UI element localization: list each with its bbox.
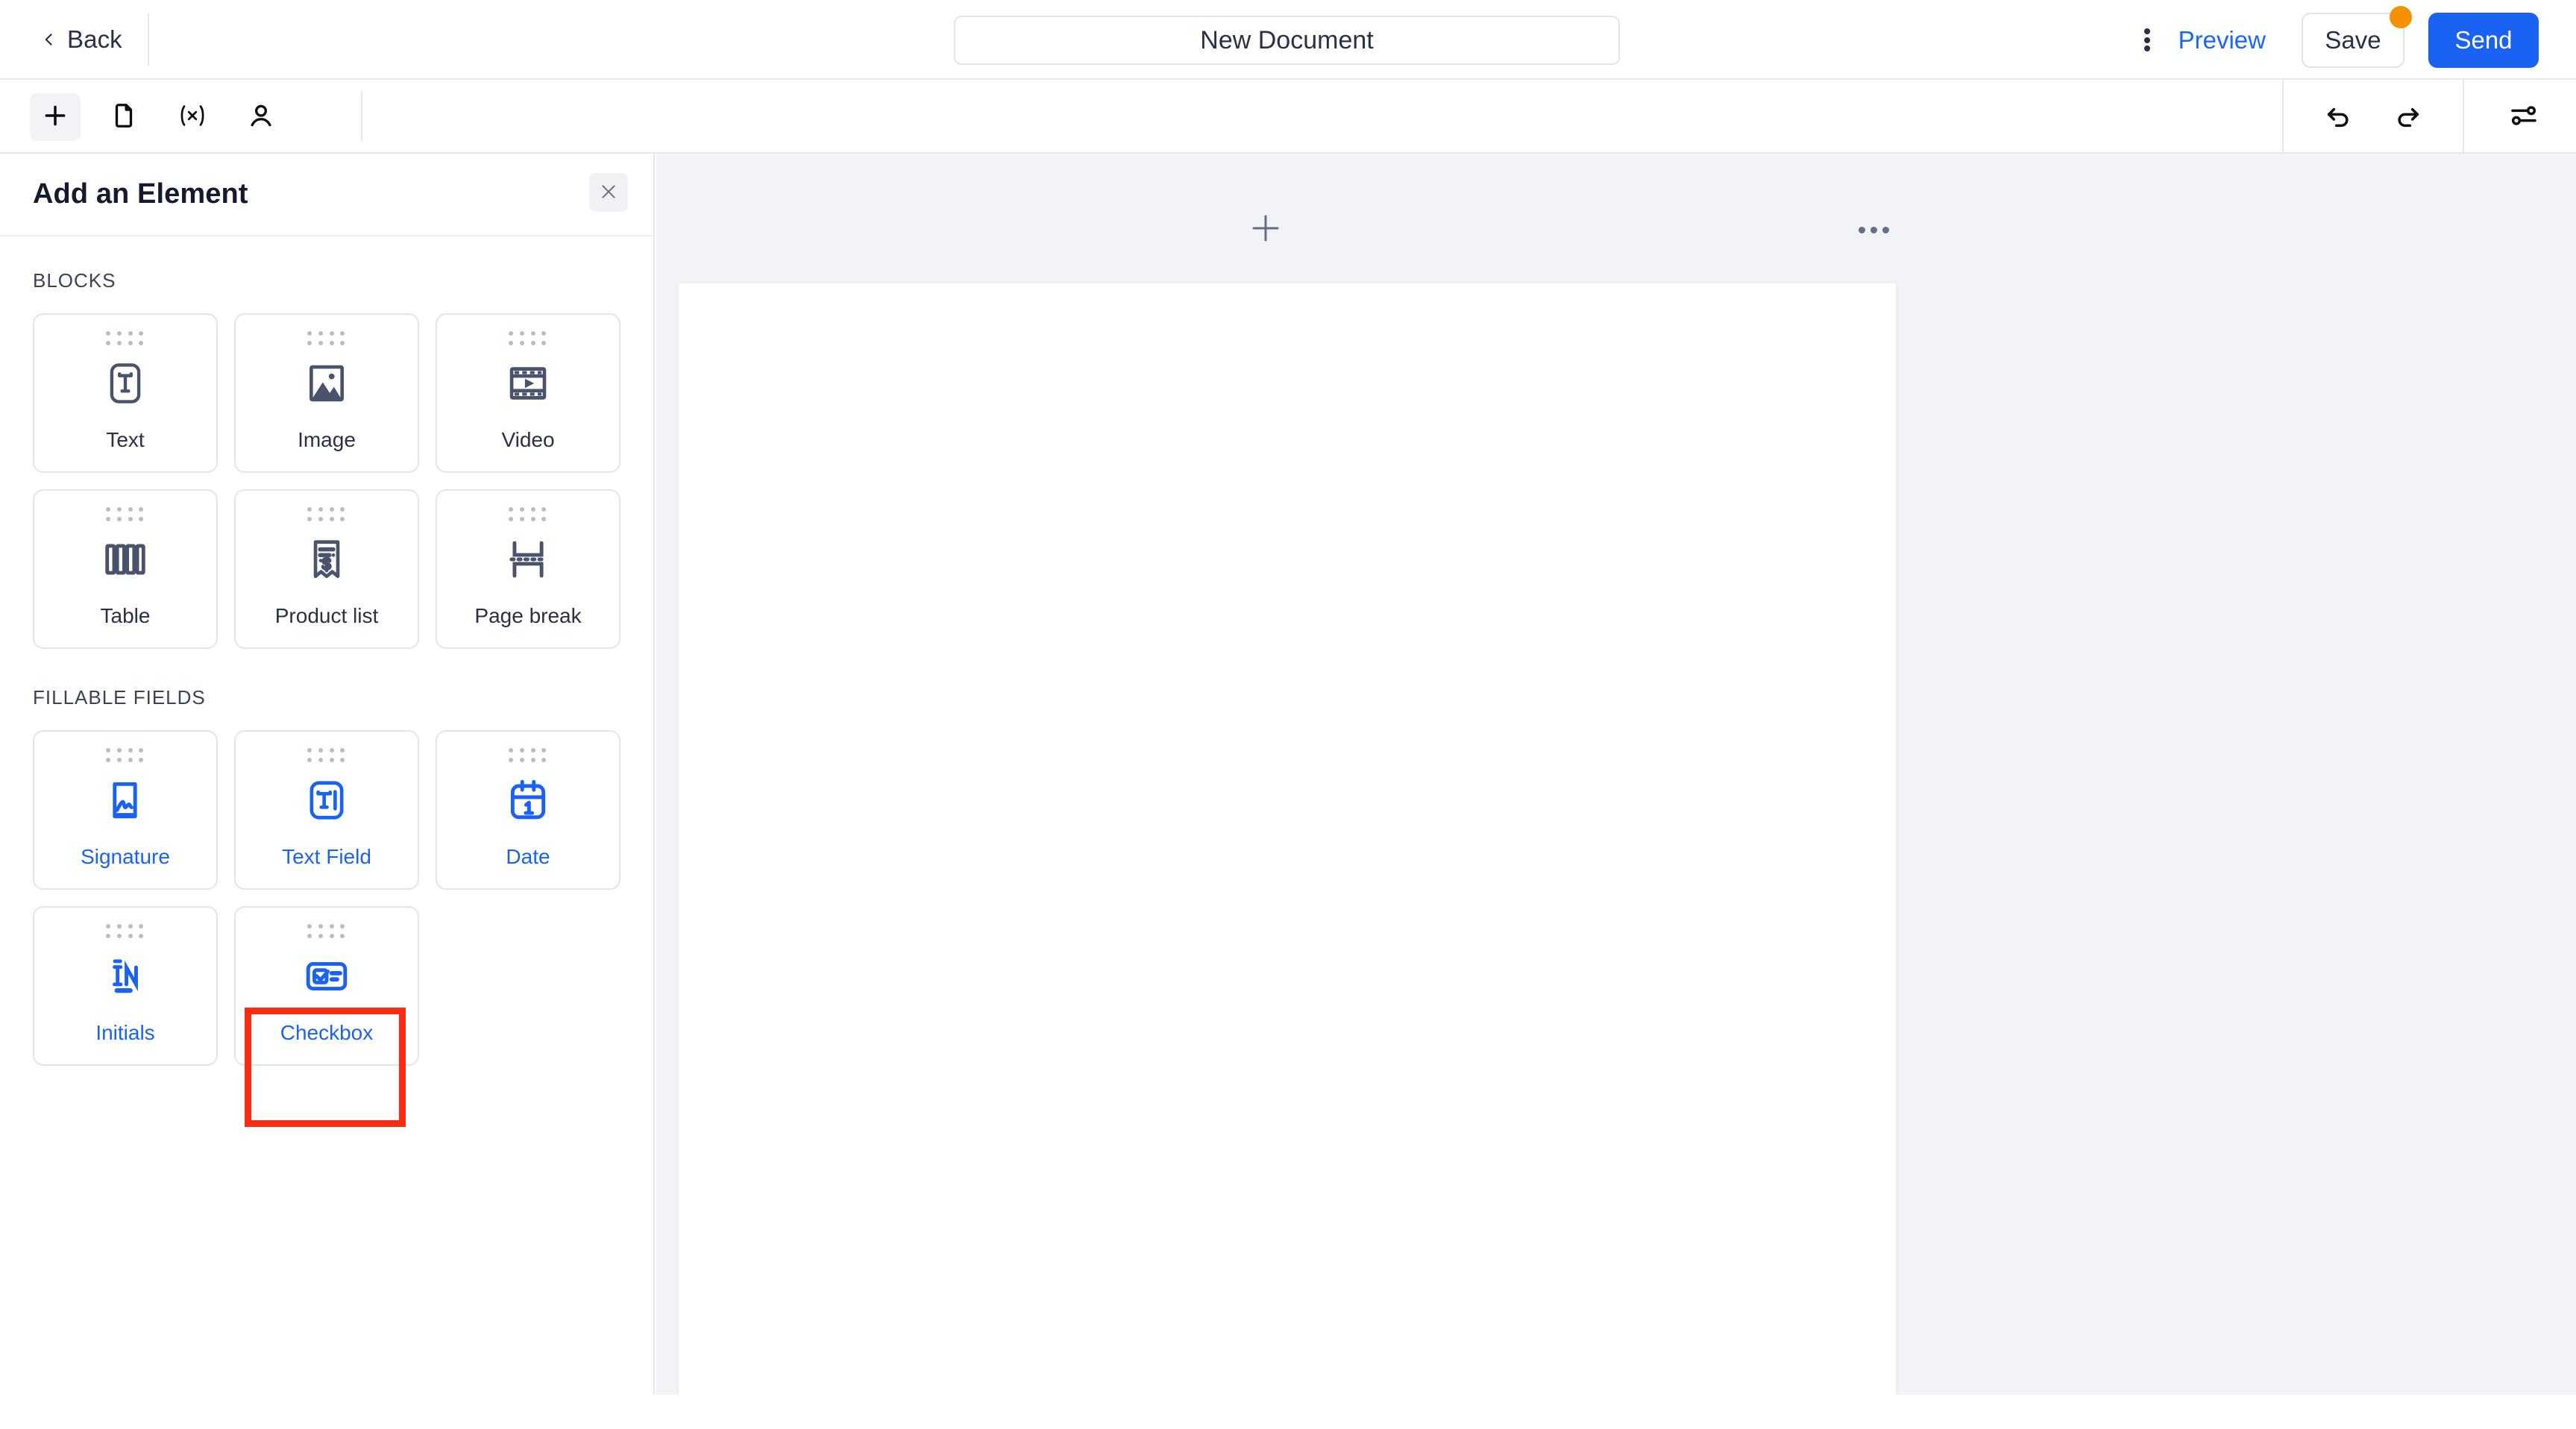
element-card-page-break[interactable]: Page break xyxy=(436,489,621,649)
drag-handle-dots[interactable] xyxy=(307,924,346,938)
drag-handle-dots[interactable] xyxy=(509,748,547,762)
image-icon xyxy=(304,356,350,411)
element-label: Text xyxy=(106,428,145,451)
blocks-section-label: BLOCKS xyxy=(33,269,116,292)
recipients-tool[interactable] xyxy=(236,93,286,141)
element-label: Date xyxy=(506,845,550,868)
video-film-icon xyxy=(505,356,551,411)
drag-handle-dots[interactable] xyxy=(509,507,547,521)
drag-handle-dots[interactable] xyxy=(307,748,346,762)
document-title-input[interactable] xyxy=(954,16,1620,65)
preview-button[interactable]: Preview xyxy=(2178,26,2266,54)
redo-arrow-icon xyxy=(2393,101,2422,133)
element-label: Checkbox xyxy=(280,1021,374,1044)
receipt-dollar-icon xyxy=(304,532,350,587)
undo-tool[interactable] xyxy=(2313,93,2364,141)
send-button[interactable]: Send xyxy=(2428,12,2539,68)
table-columns-icon xyxy=(102,532,148,587)
element-label: Product list xyxy=(274,604,379,627)
text-box-icon xyxy=(102,356,148,411)
blocks-section: BLOCKS Text Image Video Table Product li… xyxy=(0,269,653,649)
close-x-icon xyxy=(599,182,618,204)
element-card-date[interactable]: Date xyxy=(436,730,621,890)
element-label: Video xyxy=(501,428,555,451)
sliders-icon xyxy=(2509,101,2539,133)
person-icon xyxy=(247,101,275,132)
unsaved-changes-badge xyxy=(2390,5,2412,28)
add-element-tool[interactable] xyxy=(30,92,81,141)
drag-handle-dots[interactable] xyxy=(307,507,346,521)
initials-in-icon xyxy=(102,949,148,1004)
document-icon xyxy=(110,101,138,132)
element-label: Text Field xyxy=(282,845,371,868)
toolbar-left-group xyxy=(30,80,312,154)
canvas-page-menu-button[interactable] xyxy=(1850,206,1897,254)
element-card-text-field[interactable]: Text Field xyxy=(234,730,419,890)
calendar-date-icon xyxy=(505,773,551,828)
blocks-card-grid: Text Image Video Table Product list Page… xyxy=(33,313,622,649)
drag-handle-dots[interactable] xyxy=(106,507,145,521)
editor-toolbar xyxy=(0,80,2576,154)
drag-handle-dots[interactable] xyxy=(307,331,346,345)
element-label: Page break xyxy=(474,604,582,627)
text-field-cursor-icon xyxy=(304,773,350,828)
fillable-fields-section: FILLABLE FIELDS Signature Text Field Dat… xyxy=(0,686,653,1066)
save-button-wrap: Save xyxy=(2302,5,2412,68)
sidebar-header: Add an Element xyxy=(0,154,653,236)
element-label: Signature xyxy=(81,845,170,868)
save-button[interactable]: Save xyxy=(2302,12,2404,68)
fillable-fields-card-grid: Signature Text Field Date Initials Check… xyxy=(33,730,622,1066)
more-vertical-icon xyxy=(2143,26,2150,54)
undo-redo-group xyxy=(2282,80,2464,154)
fillable-fields-section-label: FILLABLE FIELDS xyxy=(33,686,206,709)
element-card-text[interactable]: Text xyxy=(33,313,218,473)
pages-tool[interactable] xyxy=(98,93,149,141)
redo-tool[interactable] xyxy=(2382,93,2433,141)
plus-icon xyxy=(1248,210,1284,250)
more-horizontal-icon xyxy=(1858,226,1889,233)
toolbar-right-group xyxy=(2282,80,2576,154)
panel-title: Add an Element xyxy=(33,178,248,210)
settings-group xyxy=(2464,80,2576,154)
element-label: Image xyxy=(298,428,356,451)
element-card-signature[interactable]: Signature xyxy=(33,730,218,890)
signature-icon xyxy=(102,773,148,828)
page-break-icon xyxy=(505,532,551,587)
variables-tool[interactable] xyxy=(167,93,218,141)
document-canvas xyxy=(656,154,2576,1395)
document-title-field-wrap xyxy=(954,16,1620,65)
canvas-add-page-button[interactable] xyxy=(1242,206,1289,254)
back-label: Back xyxy=(67,25,122,53)
canvas-page-toolbar xyxy=(656,154,2576,283)
element-card-product-list[interactable]: Product list xyxy=(234,489,419,649)
bottom-strip xyxy=(0,1395,2576,1429)
drag-handle-dots[interactable] xyxy=(509,331,547,345)
element-label: Table xyxy=(100,604,151,627)
back-button[interactable]: Back xyxy=(42,13,149,66)
element-card-video[interactable]: Video xyxy=(436,313,621,473)
drag-handle-dots[interactable] xyxy=(106,924,145,938)
drag-handle-dots[interactable] xyxy=(106,748,145,762)
variable-xc-icon xyxy=(176,101,209,133)
checkbox-list-icon xyxy=(304,949,350,1004)
element-card-image[interactable]: Image xyxy=(234,313,419,473)
close-panel-button[interactable] xyxy=(589,173,628,212)
element-card-checkbox[interactable]: Checkbox xyxy=(234,906,419,1066)
plus-icon xyxy=(40,101,70,133)
header-more-menu-button[interactable] xyxy=(2123,16,2171,64)
top-header-bar: Back Preview Save Send xyxy=(0,0,2576,80)
drag-handle-dots[interactable] xyxy=(106,331,145,345)
header-actions: Preview Save Send xyxy=(2123,0,2576,80)
add-element-sidebar: Add an Element BLOCKS Text Image Video T… xyxy=(0,154,655,1395)
document-page[interactable] xyxy=(679,283,1896,1395)
element-card-initials[interactable]: Initials xyxy=(33,906,218,1066)
element-label: Initials xyxy=(95,1021,155,1044)
element-card-table[interactable]: Table xyxy=(33,489,218,649)
chevron-left-icon xyxy=(42,32,57,47)
toolbar-divider xyxy=(361,92,362,141)
settings-tool[interactable] xyxy=(2498,93,2549,141)
undo-arrow-icon xyxy=(2324,101,2354,133)
